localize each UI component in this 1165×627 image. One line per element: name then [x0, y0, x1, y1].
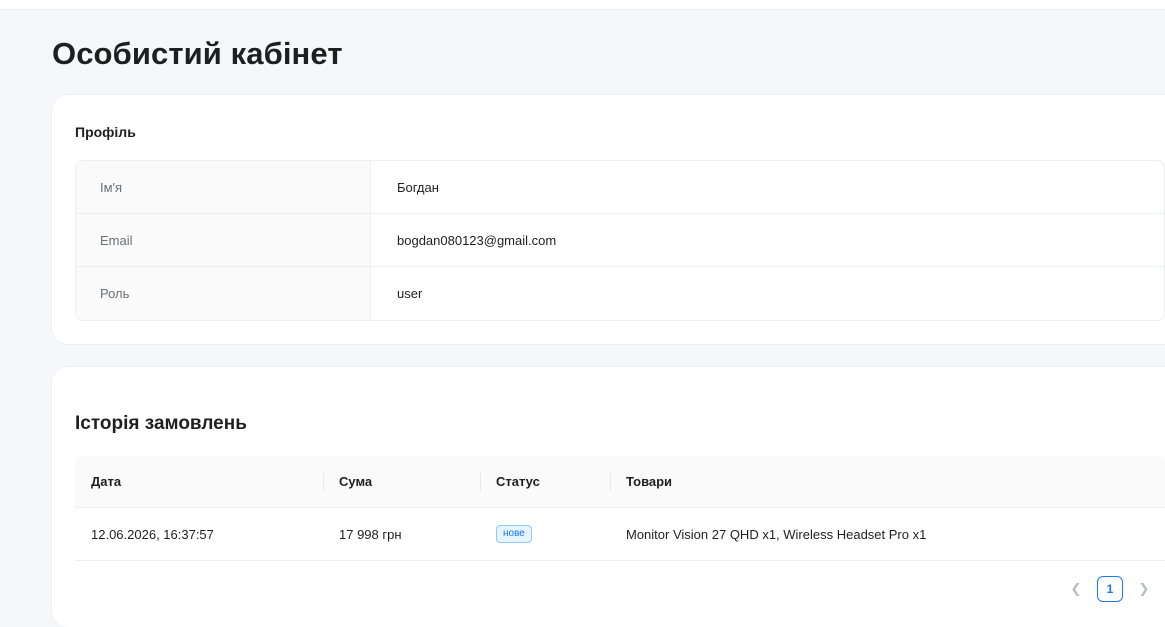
pagination-prev-button[interactable]: ❮ — [1062, 575, 1090, 603]
column-header-sum[interactable]: Сума — [323, 456, 480, 507]
profile-row-name: Ім'я Богдан — [76, 161, 1164, 214]
page-title: Особистий кабінет — [52, 36, 343, 71]
orders-card: Історія замовлень Дата Сума Статус Товар… — [52, 367, 1165, 627]
profile-row-email: Email bogdan080123@gmail.com — [76, 214, 1164, 267]
orders-title: Історія замовлень — [75, 413, 247, 434]
profile-value-name: Богдан — [397, 179, 439, 195]
profile-card: Профіль Ім'я Богдан Email bogdan080123@g… — [52, 95, 1165, 344]
pagination-next-button[interactable]: ❯ — [1130, 575, 1158, 603]
profile-value-role: user — [397, 286, 423, 301]
profile-row-role: Роль user — [76, 267, 1164, 320]
column-header-status[interactable]: Статус — [480, 456, 610, 507]
profile-details: Ім'я Богдан Email bogdan080123@gmail.com… — [75, 160, 1165, 321]
profile-label-role: Роль — [76, 267, 371, 320]
chevron-right-icon: ❯ — [1138, 581, 1150, 596]
order-items: Monitor Vision 27 QHD x1, Wireless Heads… — [626, 526, 927, 542]
status-badge: нове — [496, 525, 532, 543]
pagination: ❮ 1 ❯ — [1062, 575, 1158, 603]
profile-value-email: bogdan080123@gmail.com — [397, 232, 557, 248]
column-header-items[interactable]: Товари — [610, 456, 1165, 507]
profile-title: Профіль — [75, 124, 136, 140]
orders-table: Дата Сума Статус Товари 12.06.2026, 16:3… — [75, 456, 1165, 561]
pagination-page-1[interactable]: 1 — [1097, 576, 1123, 602]
top-header-bar — [0, 0, 1165, 10]
order-status-cell: нове — [480, 508, 610, 560]
orders-table-header: Дата Сума Статус Товари — [75, 456, 1165, 508]
chevron-left-icon: ❮ — [1070, 581, 1082, 596]
order-date: 12.06.2026, 16:37:57 — [91, 526, 214, 542]
table-row[interactable]: 12.06.2026, 16:37:57 17 998 грн нове Mon… — [75, 508, 1165, 561]
profile-label-name: Ім'я — [76, 161, 371, 213]
profile-label-email: Email — [76, 214, 371, 266]
order-sum: 17 998 грн — [339, 526, 402, 542]
column-header-date[interactable]: Дата — [75, 456, 323, 507]
